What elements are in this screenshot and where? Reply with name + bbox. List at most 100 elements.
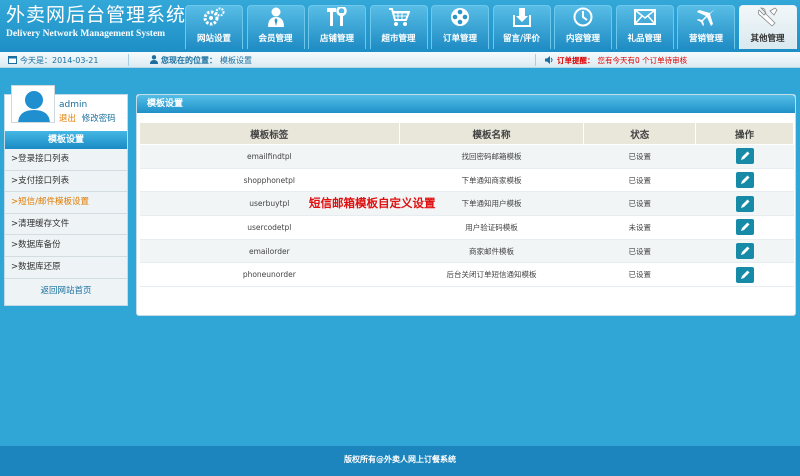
date-text: 今天是：2014-03-21 — [20, 56, 99, 65]
edit-button[interactable] — [735, 195, 754, 212]
template-status: 已设置 — [583, 262, 696, 288]
nav-supermarket-management[interactable]: 超市管理 — [369, 5, 428, 49]
template-status: 已设置 — [583, 168, 696, 193]
date-display: 今天是：2014-03-21 — [8, 55, 99, 66]
sidebar: admin 退出 修改密码 模板设置 >登录接口列表 >支付接口列表 >短信/邮… — [4, 85, 128, 306]
panel-title: 模板设置 — [137, 95, 795, 113]
edit-button[interactable] — [735, 148, 754, 165]
table-row: phoneunorder 后台关闭订单短信通知模板 已设置 — [139, 262, 794, 288]
sidebar-item-label: 支付接口列表 — [18, 175, 70, 186]
nav-label: 营销管理 — [688, 34, 723, 44]
pencil-icon — [740, 246, 750, 256]
table-row: userbuytpl 下单通知用户模板 已设置 — [139, 191, 794, 217]
wrench-icon — [756, 6, 780, 28]
logo[interactable]: 外卖网后台管理系统 Delivery Network Management Sy… — [6, 4, 186, 44]
divider — [128, 54, 129, 66]
cart-icon — [387, 6, 411, 28]
table-row: usercodetpl 用户验证码模板 未设置 — [139, 215, 794, 240]
sidebar-item-db-restore[interactable]: >数据库还原 — [5, 257, 127, 279]
footer: 版权所有@外卖人网上订餐系统 — [0, 446, 800, 476]
mail-icon — [633, 6, 657, 28]
user-panel: admin 退出 修改密码 — [5, 85, 127, 131]
avatar — [11, 85, 55, 123]
nav-marketing-management[interactable]: 营销管理 — [677, 5, 735, 49]
template-panel: 模板设置 模板标签 模板名称 状态 操作 emailfindtpl 找回密码邮箱… — [136, 94, 796, 316]
sidebar-item-payment-interfaces[interactable]: >支付接口列表 — [5, 171, 127, 193]
breadcrumb: 您现在的位置： 模板设置 — [150, 55, 252, 66]
template-name: 用户验证码模板 — [399, 215, 584, 240]
nav-label: 礼品管理 — [627, 34, 662, 44]
edit-button[interactable] — [735, 266, 754, 283]
template-tag: shopphonetpl — [139, 168, 400, 193]
logout-link[interactable]: 退出 — [59, 114, 76, 124]
nav-other-management[interactable]: 其他管理 — [738, 5, 797, 49]
pencil-icon — [740, 222, 750, 232]
sidebar-item-label: 数据库还原 — [18, 261, 61, 272]
nav-shop-management[interactable]: 店铺管理 — [308, 5, 366, 49]
nav-label: 超市管理 — [381, 34, 416, 44]
logo-title-cn: 外卖网后台管理系统 — [6, 4, 187, 26]
nav-label: 店铺管理 — [319, 34, 354, 44]
order-alert[interactable]: 订单提醒： 您有今天有0 个订单待审核 — [545, 55, 687, 66]
user-icon — [264, 6, 288, 28]
breadcrumb-label: 您现在的位置： — [161, 56, 217, 65]
sidebar-item-label: 登录接口列表 — [18, 154, 70, 164]
nav-gift-management[interactable]: 礼品管理 — [615, 5, 674, 49]
sidebar-item-label: 清理缓存文件 — [18, 218, 70, 229]
column-header-status: 状态 — [583, 122, 697, 145]
tools-icon — [325, 6, 349, 28]
nav-member-management[interactable]: 会员管理 — [246, 5, 305, 49]
template-status: 已设置 — [583, 191, 696, 217]
edit-button[interactable] — [735, 219, 754, 236]
column-header-tag: 模板标签 — [139, 122, 400, 145]
annotation-overlay: 短信邮箱模板自定义设置 — [309, 196, 436, 210]
order-alert-label: 订单提醒： — [557, 56, 595, 65]
divider — [535, 54, 536, 66]
edit-button[interactable] — [735, 243, 754, 260]
film-reel-icon — [448, 6, 472, 28]
username: admin — [59, 100, 88, 110]
template-name: 下单通知商家模板 — [399, 168, 584, 193]
template-tag: emailfindtpl — [139, 144, 400, 169]
gears-icon — [202, 6, 226, 28]
sidebar-item-login-interfaces[interactable]: >登录接口列表 — [5, 149, 127, 171]
clock-icon — [571, 6, 595, 28]
sidebar-item-clear-cache[interactable]: >清理缓存文件 — [5, 214, 127, 236]
download-box-icon — [510, 6, 534, 28]
sidebar-item-label: 短信/邮件模板设置 — [18, 197, 89, 208]
calendar-icon — [8, 55, 17, 66]
person-icon — [150, 55, 158, 66]
pencil-icon — [740, 151, 750, 161]
top-nav: 网站设置 会员管理 店铺管理 超市管理 订单管理 留言/评价 内容管理 礼品管理… — [185, 5, 800, 49]
nav-label: 会员管理 — [258, 34, 293, 44]
nav-website-settings[interactable]: 网站设置 — [185, 5, 243, 49]
template-name: 找回密码邮箱模板 — [399, 144, 584, 169]
column-header-name: 模板名称 — [398, 122, 585, 145]
template-tag: emailorder — [139, 239, 400, 264]
template-name: 商家邮件模板 — [399, 239, 584, 264]
nav-message-review[interactable]: 留言/评价 — [492, 5, 551, 49]
edit-button[interactable] — [735, 172, 754, 189]
sidebar-item-db-backup[interactable]: >数据库备份 — [5, 235, 127, 257]
back-home-link[interactable]: 返回网站首页 — [5, 279, 127, 296]
logo-title-en: Delivery Network Management System — [6, 29, 166, 39]
table-row: emailfindtpl 找回密码邮箱模板 已设置 — [139, 144, 794, 169]
pencil-icon — [740, 270, 750, 279]
template-status: 已设置 — [583, 239, 696, 264]
nav-order-management[interactable]: 订单管理 — [431, 5, 489, 49]
info-bar: 今天是：2014-03-21 您现在的位置： 模板设置 订单提醒： 您有今天有0… — [0, 52, 800, 68]
column-header-action: 操作 — [695, 122, 794, 145]
table-row: emailorder 商家邮件模板 已设置 — [139, 239, 794, 264]
nav-content-management[interactable]: 内容管理 — [554, 5, 612, 49]
pencil-icon — [740, 175, 750, 185]
order-alert-text: 您有今天有0 个订单待审核 — [597, 56, 688, 65]
template-table: 模板标签 模板名称 状态 操作 emailfindtpl 找回密码邮箱模板 已设… — [139, 122, 794, 288]
header: 外卖网后台管理系统 Delivery Network Management Sy… — [0, 0, 800, 52]
sidebar-title: 模板设置 — [5, 131, 127, 149]
nav-label: 留言/评价 — [502, 34, 541, 44]
sidebar-item-sms-email-templates[interactable]: >短信/邮件模板设置 — [5, 192, 127, 214]
nav-label: 内容管理 — [565, 34, 600, 44]
change-password-link[interactable]: 修改密码 — [82, 114, 116, 124]
nav-label: 网站设置 — [196, 34, 231, 44]
table-header-row: 模板标签 模板名称 状态 操作 — [139, 122, 794, 145]
